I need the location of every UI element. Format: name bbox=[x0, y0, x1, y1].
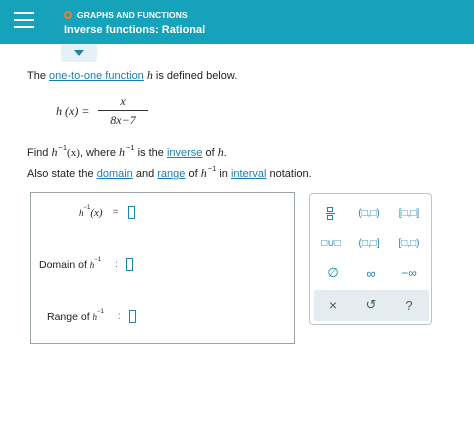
domain-answer-row: Domain of h −1 : bbox=[39, 257, 133, 271]
one-to-one-function-link[interactable]: one-to-one function bbox=[49, 70, 144, 82]
clear-icon[interactable]: × bbox=[316, 296, 350, 314]
closed-interval-key[interactable]: [□,□] bbox=[392, 204, 426, 222]
collapse-toggle-button[interactable] bbox=[61, 44, 97, 62]
help-icon[interactable]: ? bbox=[392, 296, 426, 314]
menu-icon[interactable] bbox=[14, 12, 36, 30]
top-header: GRAPHS AND FUNCTIONS Inverse functions: … bbox=[0, 0, 474, 44]
state-instruction: Also state the domain and range of h−1 i… bbox=[27, 164, 312, 180]
domain-input[interactable] bbox=[125, 258, 133, 271]
page-title: Inverse functions: Rational bbox=[64, 24, 206, 36]
keypad-action-bar: × ↺ ? bbox=[314, 290, 429, 321]
find-instruction: Find h−1(x), where h−1 is the inverse of… bbox=[27, 143, 227, 159]
inverse-link[interactable]: inverse bbox=[167, 147, 202, 159]
undo-icon[interactable]: ↺ bbox=[354, 296, 388, 314]
infinity-key[interactable]: ∞ bbox=[354, 264, 388, 282]
closed-open-interval-key[interactable]: [□,□) bbox=[392, 234, 426, 252]
progress-ring-icon bbox=[64, 11, 72, 19]
union-key[interactable]: □∪□ bbox=[314, 234, 348, 252]
empty-set-key[interactable]: ∅ bbox=[316, 264, 350, 282]
fraction-numerator: x bbox=[120, 94, 126, 108]
chevron-down-icon bbox=[74, 50, 84, 56]
open-closed-interval-key[interactable]: (□,□] bbox=[352, 234, 386, 252]
fraction-icon bbox=[325, 206, 335, 220]
interval-link[interactable]: interval bbox=[231, 168, 266, 180]
open-interval-key[interactable]: (□,□) bbox=[352, 204, 386, 222]
math-keypad: (□,□) [□,□] □∪□ (□,□] [□,□) ∅ ∞ −∞ × ↺ ? bbox=[309, 193, 432, 325]
answer-panel: h −1 (x) = Domain of h −1 : Range of h −1 : bbox=[30, 192, 295, 344]
range-answer-row: Range of h −1 : bbox=[47, 309, 136, 323]
fraction-bar bbox=[98, 110, 148, 111]
topic-label: GRAPHS AND FUNCTIONS bbox=[64, 10, 188, 20]
fraction-key[interactable] bbox=[315, 204, 345, 222]
inverse-answer-row: h −1 (x) = bbox=[79, 205, 136, 219]
inverse-input[interactable] bbox=[128, 206, 136, 219]
domain-link[interactable]: domain bbox=[97, 168, 133, 180]
range-link[interactable]: range bbox=[157, 168, 185, 180]
problem-statement: The one-to-one function h is defined bel… bbox=[27, 68, 238, 82]
negative-infinity-key[interactable]: −∞ bbox=[392, 264, 426, 282]
range-input[interactable] bbox=[128, 310, 136, 323]
fraction-denominator: 8x−7 bbox=[110, 113, 136, 127]
fraction: x 8x−7 bbox=[98, 94, 148, 127]
